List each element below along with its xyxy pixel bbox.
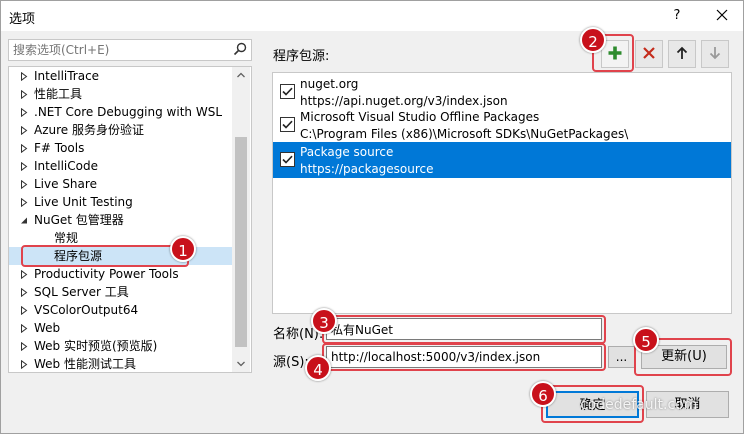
tree-item[interactable]: VSColorOutput64 [9,301,232,319]
tree-item-label: Web [34,321,61,335]
tree-item-label: Azure 服务身份验证 [34,123,144,137]
tree-item-label: .NET Core Debugging with WSL [34,105,222,119]
package-source-item[interactable]: Microsoft Visual Studio Offline Packages… [273,107,731,143]
close-button[interactable] [704,4,740,28]
scroll-up-arrow[interactable] [232,67,250,83]
tree-item-label: Live Unit Testing [34,195,133,209]
tree-item[interactable]: Web 性能测试工具 [9,355,232,372]
annotation-badge-5: 5 [633,327,659,353]
collapsed-arrow-icon[interactable] [20,72,28,81]
title-bar: 选项 ? [1,1,743,31]
tree-item-label: F# Tools [34,141,85,155]
collapsed-arrow-icon[interactable] [20,180,28,189]
expanded-arrow-icon[interactable] [20,216,28,225]
tree-item-label: IntelliTrace [34,69,100,83]
source-url: https://packagesource [300,162,434,176]
package-sources-list: nuget.org https://api.nuget.org/v3/index.… [272,72,732,314]
annotation-badge-2: 2 [580,27,606,53]
browse-button[interactable]: ... [608,346,635,368]
tree-item[interactable]: Live Share [9,175,232,193]
package-source-item[interactable]: nuget.org https://api.nuget.org/v3/index.… [273,74,731,110]
checkmark-icon [282,155,293,164]
annotation-badge-4: 4 [305,355,331,381]
help-button[interactable]: ? [661,4,693,28]
move-up-button[interactable] [668,40,696,68]
source-enabled-checkbox[interactable] [280,84,295,99]
highlight-source-input [322,343,606,371]
search-icon[interactable] [233,42,247,59]
tree-item[interactable]: IntelliCode [9,157,232,175]
tree-item[interactable]: 性能工具 [9,85,232,103]
collapsed-arrow-icon[interactable] [20,360,28,369]
move-down-button[interactable] [701,40,729,68]
remove-source-button[interactable] [635,40,663,68]
source-enabled-checkbox[interactable] [280,152,295,167]
window-title: 选项 [9,12,36,27]
close-icon [716,9,728,21]
collapsed-arrow-icon[interactable] [20,270,28,279]
scroll-down-arrow[interactable] [232,356,250,372]
tree-item[interactable]: F# Tools [9,139,232,157]
collapsed-arrow-icon[interactable] [20,306,28,315]
source-label: 源(S): [273,355,309,370]
collapsed-arrow-icon[interactable] [20,198,28,207]
tree-item-label: Productivity Power Tools [34,267,179,281]
source-url: https://api.nuget.org/v3/index.json [300,94,508,108]
collapsed-arrow-icon[interactable] [20,342,28,351]
tree-item-label: Live Share [34,177,97,191]
annotation-badge-1: 1 [170,236,196,262]
highlight-name-input [322,315,606,344]
search-input[interactable] [13,40,223,60]
tree-item[interactable]: Azure 服务身份验证 [9,121,232,139]
collapsed-arrow-icon[interactable] [20,108,28,117]
source-name: nuget.org [300,77,359,91]
package-sources-label: 程序包源: [273,49,330,64]
tree-item-label: Web 实时预览(预览版) [34,339,158,353]
search-box[interactable] [8,39,252,61]
source-url: C:\Program Files (x86)\Microsoft SDKs\Nu… [300,127,629,141]
tree-item[interactable]: Web 实时预览(预览版) [9,337,232,355]
tree-item[interactable]: Productivity Power Tools [9,265,232,283]
watermark: codedefault.com [580,397,698,413]
options-tree: IntelliTrace 性能工具 .NET Core Debugging with… [8,66,252,373]
tree-item[interactable]: IntelliTrace [9,67,232,85]
tree-item-label: IntelliCode [34,159,98,173]
source-name: Microsoft Visual Studio Offline Packages [300,110,540,124]
source-name: Package source [300,145,394,159]
tree-item[interactable]: .NET Core Debugging with WSL [9,103,232,121]
annotation-badge-6: 6 [530,381,556,407]
arrow-up-icon [676,46,688,59]
source-enabled-checkbox[interactable] [280,117,295,132]
scroll-thumb[interactable] [235,137,247,347]
tree-scrollbar[interactable] [232,67,250,372]
tree-item[interactable]: Web [9,319,232,337]
tree-item-label: VSColorOutput64 [34,303,139,317]
delete-x-icon [643,47,655,59]
tree-item[interactable]: Live Unit Testing [9,193,232,211]
highlight-tree-selection [21,245,189,267]
collapsed-arrow-icon[interactable] [20,162,28,171]
tree-item-label: NuGet 包管理器 [34,213,124,227]
collapsed-arrow-icon[interactable] [20,144,28,153]
collapsed-arrow-icon[interactable] [20,90,28,99]
tree-item-label: 性能工具 [34,87,83,101]
tree-item[interactable]: SQL Server 工具 [9,283,232,301]
package-source-item[interactable]: Package source https://packagesource [273,142,731,178]
arrow-down-icon [709,47,721,60]
checkmark-icon [282,87,293,96]
tree-item[interactable]: NuGet 包管理器 [9,211,232,229]
collapsed-arrow-icon[interactable] [20,324,28,333]
tree-item-label: SQL Server 工具 [34,285,129,299]
checkmark-icon [282,120,293,129]
collapsed-arrow-icon[interactable] [20,126,28,135]
collapsed-arrow-icon[interactable] [20,288,28,297]
tree-item-label: Web 性能测试工具 [34,357,136,371]
annotation-badge-3: 3 [311,308,337,334]
